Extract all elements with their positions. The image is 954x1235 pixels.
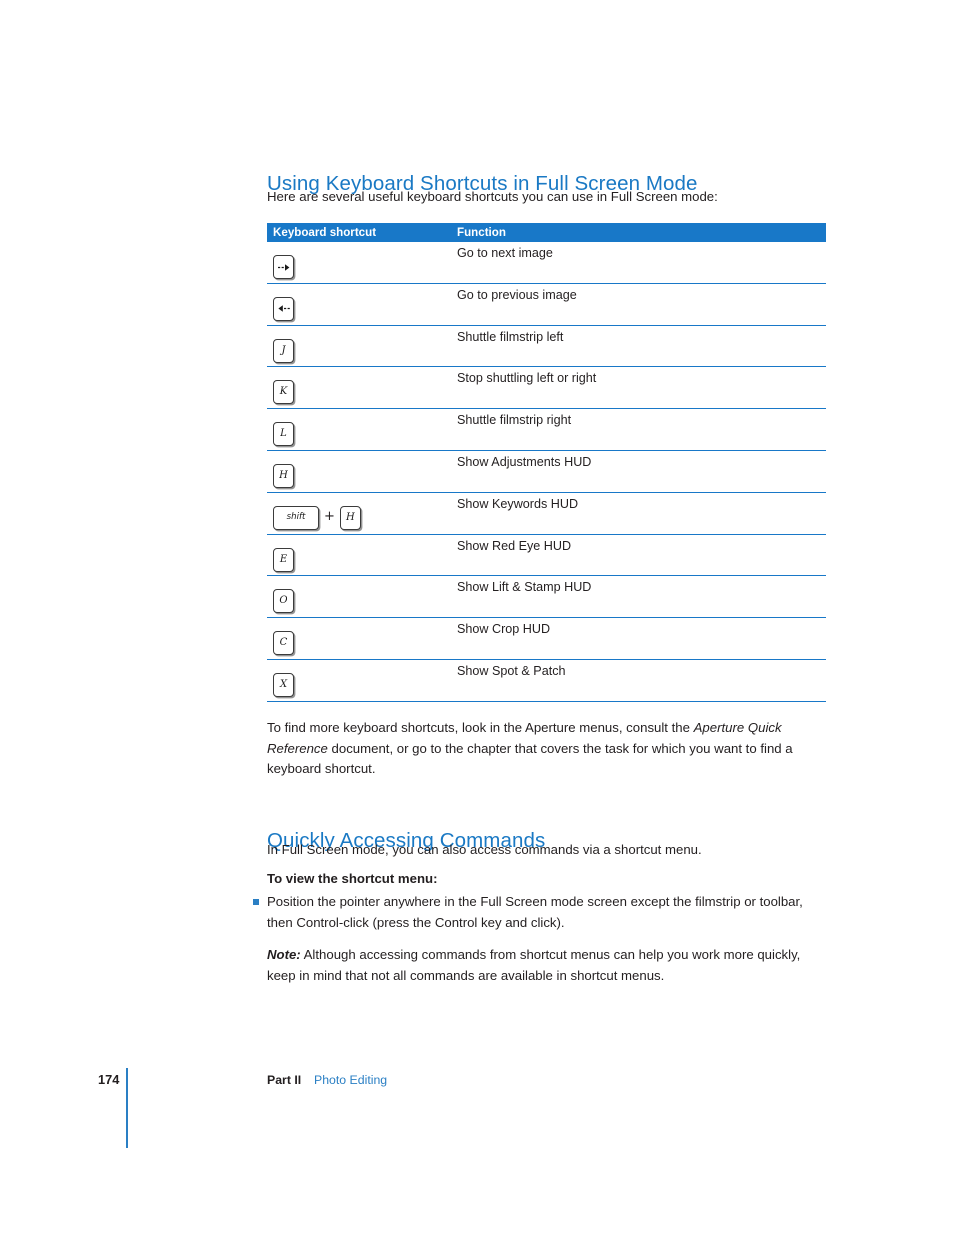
table-row: H Show Adjustments HUD xyxy=(267,451,826,493)
shortcut-key-group: H xyxy=(273,463,294,488)
key-cap-k: K xyxy=(273,380,294,405)
plus-separator-icon: + xyxy=(324,508,335,524)
note-label: Note: xyxy=(267,947,301,962)
table-row: J Shuttle filmstrip left xyxy=(267,326,826,368)
function-description: Stop shuttling left or right xyxy=(457,371,597,386)
shortcut-key-group: J xyxy=(273,338,294,363)
note-paragraph: Note: Although accessing commands from s… xyxy=(267,945,827,986)
footer-page-number: 174 xyxy=(98,1072,120,1087)
function-description: Go to next image xyxy=(457,246,553,260)
find-more-text-part1: To find more keyboard shortcuts, look in… xyxy=(267,720,694,735)
bullet-item-text: Position the pointer anywhere in the Ful… xyxy=(267,894,803,930)
key-cap-j: J xyxy=(273,338,294,363)
column-header-keyboard-shortcut: Keyboard shortcut xyxy=(273,226,377,239)
shortcut-key-group: L xyxy=(273,422,294,447)
square-bullet-icon xyxy=(253,899,259,905)
function-description: Show Spot & Patch xyxy=(457,663,566,678)
key-cap-arrow-left-icon xyxy=(273,296,294,321)
note-body-text: Although accessing commands from shortcu… xyxy=(267,947,801,983)
function-description: Show Keywords HUD xyxy=(457,496,579,511)
table-row: Go to next image xyxy=(267,242,826,284)
shortcut-key-group xyxy=(273,255,294,279)
column-header-function: Function xyxy=(457,226,506,239)
list-item: Position the pointer anywhere in the Ful… xyxy=(253,892,828,933)
key-cap-c: C xyxy=(273,631,294,656)
table-row: C Show Crop HUD xyxy=(267,618,826,660)
function-description: Show Crop HUD xyxy=(457,622,551,637)
function-description: Shuttle filmstrip right xyxy=(457,413,572,428)
table-row: Go to previous image xyxy=(267,284,826,326)
table-row: O Show Lift & Stamp HUD xyxy=(267,576,826,619)
key-cap-o: O xyxy=(273,589,294,614)
document-page: Using Keyboard Shortcuts in Full Screen … xyxy=(0,0,954,1235)
paragraph-find-more-shortcuts: To find more keyboard shortcuts, look in… xyxy=(267,718,827,780)
keyboard-shortcuts-table: Keyboard shortcut Function Go to next im… xyxy=(267,223,826,702)
function-description: Show Lift & Stamp HUD xyxy=(457,580,592,595)
function-description: Show Red Eye HUD xyxy=(457,538,572,553)
find-more-text-part2: document, or go to the chapter that cove… xyxy=(267,740,793,777)
table-row: E Show Red Eye HUD xyxy=(267,535,826,577)
task-heading-view-shortcut-menu: To view the shortcut menu: xyxy=(267,871,438,886)
footer-part-label: Part II xyxy=(267,1073,302,1087)
key-cap-e: E xyxy=(273,547,294,572)
key-cap-shift: shift xyxy=(273,505,319,530)
key-cap-l: L xyxy=(273,422,294,447)
shortcut-key-group: C xyxy=(273,631,294,656)
table-body: Go to next image Go to previous image J Shu… xyxy=(267,242,826,702)
function-description: Go to previous image xyxy=(457,287,577,302)
footer-vertical-rule xyxy=(126,1068,128,1148)
key-cap-h: H xyxy=(339,505,361,530)
function-description: Shuttle filmstrip left xyxy=(457,329,564,344)
intro-paragraph-commands: In Full Screen mode, you can also access… xyxy=(267,842,702,857)
intro-paragraph-shortcuts: Here are several useful keyboard shortcu… xyxy=(267,189,718,204)
table-row: L Shuttle filmstrip right xyxy=(267,409,826,451)
table-row: shift + H Show Keywords HUD xyxy=(267,493,826,535)
shortcut-key-group: shift + H xyxy=(273,505,361,530)
key-cap-x: X xyxy=(273,672,294,697)
shortcut-key-group: O xyxy=(273,589,294,614)
key-cap-h: H xyxy=(273,463,294,488)
shortcut-key-group xyxy=(273,296,294,321)
shortcut-key-group: K xyxy=(273,380,294,405)
footer-section-label: Photo Editing xyxy=(314,1073,388,1087)
table-row: X Show Spot & Patch xyxy=(267,660,826,702)
shortcut-key-group: X xyxy=(273,672,294,697)
function-description: Show Adjustments HUD xyxy=(457,454,592,469)
table-row: K Stop shuttling left or right xyxy=(267,367,826,410)
shortcut-key-group: E xyxy=(273,547,294,572)
key-cap-arrow-right-icon xyxy=(273,255,294,279)
table-header-row: Keyboard shortcut Function xyxy=(267,223,826,242)
